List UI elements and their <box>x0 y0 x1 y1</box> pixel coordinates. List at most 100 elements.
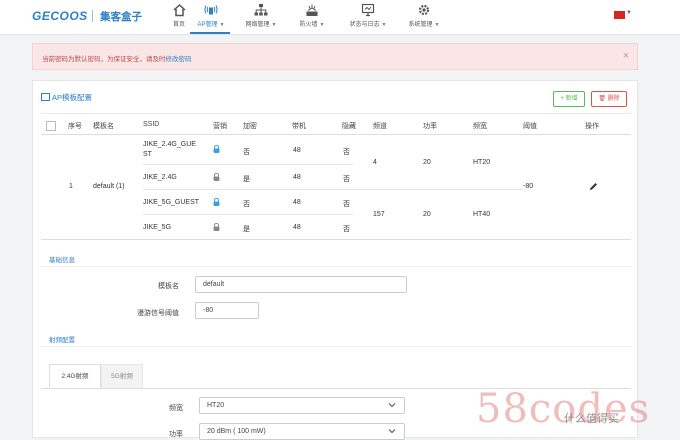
col-header-channel: 频道 <box>373 123 387 130</box>
col-header-name: 模板名 <box>93 123 114 130</box>
select-all-checkbox[interactable] <box>46 121 56 131</box>
panel-title-text: AP模板配置 <box>52 93 93 102</box>
chevron-down-icon: ▼ <box>219 22 225 28</box>
col-header-threshold: 阈值 <box>523 123 537 130</box>
table-cell-hidden: 否 <box>343 201 350 208</box>
table-cell-bandwidth: 48 <box>293 174 301 181</box>
nav-item-ap-management[interactable]: AP管理 ▼ <box>192 3 230 33</box>
close-icon[interactable]: × <box>623 50 629 62</box>
marketing-disabled-icon <box>213 223 220 231</box>
table-cell-hidden: 否 <box>343 176 350 183</box>
row-index: 1 <box>69 183 73 190</box>
chevron-down-icon <box>388 403 396 408</box>
nav-label-firewall: 防火墙 <box>299 22 318 28</box>
marketing-disabled-icon <box>213 173 220 181</box>
ap-template-panel: AP模板配置 + 新增 🗑 删除 序号 模板名 SSID 营销 加密 带机 隐藏… <box>32 80 638 440</box>
table-cell-bandwidth: 48 <box>293 147 301 154</box>
table-cell-encrypt: 否 <box>243 149 250 156</box>
edit-icon[interactable] <box>589 182 598 191</box>
panel-title: AP模板配置 <box>41 92 92 103</box>
change-password-link[interactable]: 修改密码 <box>166 56 192 63</box>
table-cell-encrypt: 是 <box>243 226 250 233</box>
nav-label-network: 网络管理 <box>245 22 270 28</box>
delete-template-button[interactable]: 🗑 删除 <box>591 91 627 107</box>
table-bottom-border <box>41 239 631 240</box>
table-row-ssid: JIKE_5G_GUEST <box>143 199 200 206</box>
divider <box>41 113 631 114</box>
table-cell-encrypt: 是 <box>243 176 250 183</box>
table-row-ssid: JIKE_2.4G_GUE <box>143 141 196 148</box>
table-cell-power-5g: 20 <box>423 211 431 218</box>
freq-width-label: 频宽 <box>169 405 183 412</box>
roam-threshold-input[interactable]: -80 <box>195 302 259 319</box>
radio-config-title: 射频配置 <box>49 337 75 344</box>
table-cell-hidden: 否 <box>343 149 350 156</box>
nav-active-indicator <box>190 32 230 34</box>
watermark-cn: 什么值得买 <box>564 413 619 425</box>
row-divider <box>143 214 353 215</box>
table-row-ssid: JIKE_5G <box>143 224 172 231</box>
default-password-alert: 当前密码为默认密码，为保证安全，请及时修改密码 × <box>32 43 638 70</box>
table-cell-channel-24g: 4 <box>373 159 377 166</box>
band-divider <box>353 189 523 190</box>
wifi-icon <box>204 5 218 15</box>
chevron-down-icon: ▼ <box>271 22 277 28</box>
table-cell-channel-5g: 157 <box>373 211 385 218</box>
nav-item-network[interactable]: 网络管理 ▼ <box>241 3 281 33</box>
tab-24g-radio[interactable]: 2.4G射频 <box>49 364 101 388</box>
power-select[interactable]: 20 dBm ( 100 mW) <box>199 423 405 440</box>
template-name-label: 模板名 <box>158 283 179 290</box>
nav-item-home[interactable]: 首页 <box>166 3 192 33</box>
basic-info-title: 基础信息 <box>49 257 75 264</box>
tab-5g-radio[interactable]: 5G射频 <box>101 364 143 388</box>
row-divider <box>143 189 353 190</box>
logo-cn-text: 集客盒子 <box>100 11 142 23</box>
chevron-down-icon: ▼ <box>434 22 440 28</box>
monitor-icon <box>361 3 375 17</box>
marketing-enabled-icon <box>213 145 220 153</box>
col-header-bandwidth: 带机 <box>292 123 306 130</box>
col-header-ssid: SSID <box>143 121 160 128</box>
nav-label-system: 系统管理 <box>408 22 433 28</box>
nav-label-home: 首页 <box>172 22 185 28</box>
col-header-freq-width: 频宽 <box>473 123 487 130</box>
gear-icon <box>418 4 430 16</box>
network-icon <box>254 4 268 16</box>
nav-label-status: 状态与日志 <box>349 22 380 28</box>
row-divider <box>143 164 353 165</box>
china-flag-icon[interactable] <box>614 11 625 19</box>
table-cell-freq-width-5g: HT40 <box>473 211 491 218</box>
chevron-down-icon[interactable]: ▼ <box>626 10 632 16</box>
nav-item-status-log[interactable]: 状态与日志 ▼ <box>346 3 390 33</box>
col-header-hidden: 隐藏 <box>342 123 356 130</box>
table-cell-threshold: -80 <box>523 183 534 190</box>
nav-label-ap: AP管理 <box>197 22 218 28</box>
table-cell-bandwidth: 48 <box>293 224 301 231</box>
nav-item-system[interactable]: 系统管理 ▼ <box>404 3 444 33</box>
table-cell-encrypt: 否 <box>243 201 250 208</box>
table-row-ssid-wrap: ST <box>143 151 152 158</box>
col-header-action: 操作 <box>585 123 599 130</box>
template-name-input[interactable]: default <box>195 276 407 293</box>
logo[interactable]: GECOOS <box>32 9 88 23</box>
logo-divider <box>92 10 93 22</box>
table-cell-hidden: 否 <box>343 226 350 233</box>
divider <box>41 266 631 267</box>
alert-text: 当前密码为默认密码，为保证安全，请及时修改密码 <box>42 53 192 63</box>
add-template-button[interactable]: + 新增 <box>553 91 585 107</box>
table-cell-freq-width-24g: HT20 <box>473 159 491 166</box>
col-header-power: 功率 <box>423 123 437 130</box>
template-icon <box>41 93 50 101</box>
table-cell-power-24g: 20 <box>423 159 431 166</box>
freq-width-select[interactable]: HT20 <box>199 397 405 414</box>
home-icon <box>172 3 186 17</box>
table-header-divider <box>41 134 631 135</box>
col-header-marketing: 营销 <box>213 123 227 130</box>
chevron-down-icon: ▼ <box>381 22 387 28</box>
nav-item-firewall[interactable]: 防火墙 ▼ <box>293 3 331 33</box>
table-row-ssid: JIKE_2.4G <box>143 174 177 181</box>
col-header-encrypt: 加密 <box>243 123 257 130</box>
freq-width-value: HT20 <box>207 402 225 409</box>
alert-message: 当前密码为默认密码，为保证安全，请及时 <box>42 56 166 63</box>
chevron-down-icon: ▼ <box>319 22 325 28</box>
